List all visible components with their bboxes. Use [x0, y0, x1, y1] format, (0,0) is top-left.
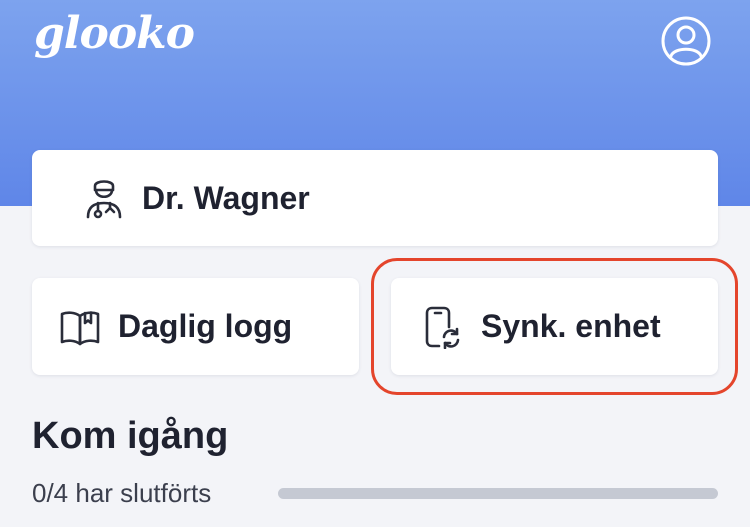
daily-log-card[interactable]: Daglig logg — [32, 278, 359, 375]
daily-log-label: Daglig logg — [118, 308, 293, 344]
progress-bar — [278, 488, 718, 499]
account-circle-icon — [661, 16, 711, 66]
doctor-name: Dr. Wagner — [142, 179, 310, 216]
glooko-logo: glooko — [34, 8, 195, 59]
sync-highlight-outline — [371, 258, 738, 395]
doctor-icon — [82, 176, 126, 220]
book-icon — [58, 305, 102, 349]
doctor-card[interactable]: Dr. Wagner — [32, 150, 718, 246]
progress-text: 0/4 har slutförts — [32, 478, 212, 508]
profile-button[interactable] — [660, 15, 712, 67]
get-started-title: Kom igång — [32, 415, 229, 457]
